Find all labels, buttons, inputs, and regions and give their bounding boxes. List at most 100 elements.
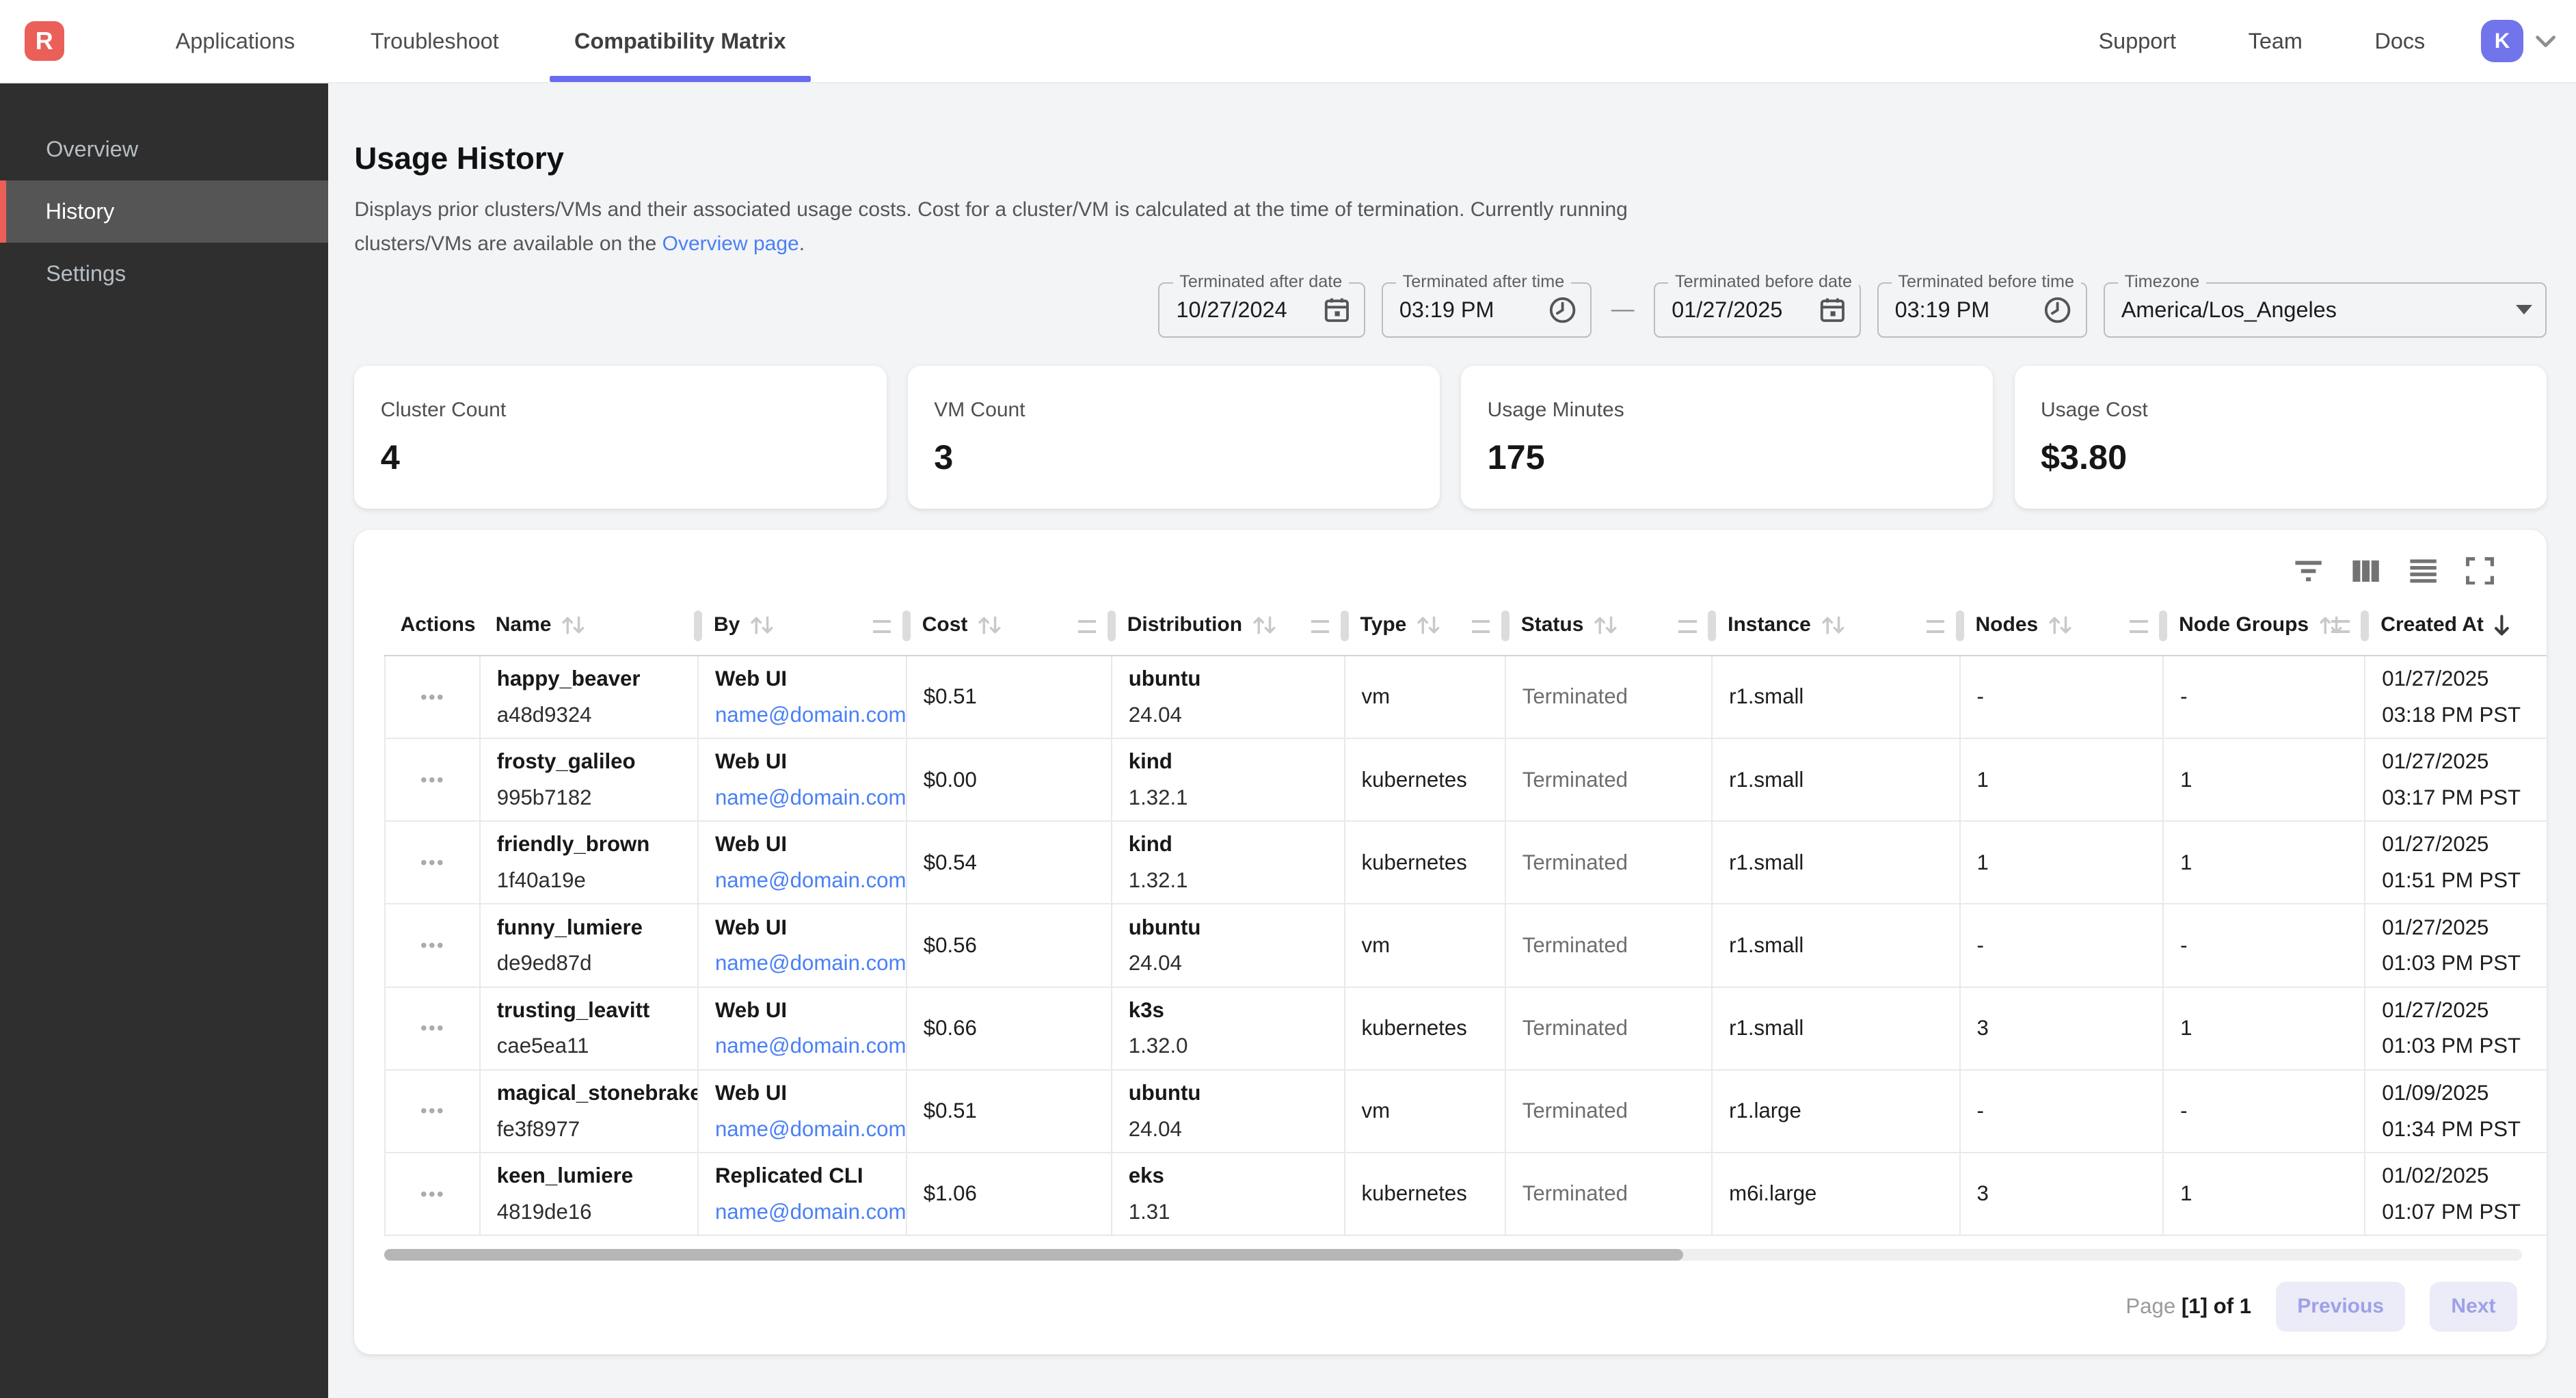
column-resize-handle[interactable] xyxy=(1311,620,1329,633)
tab-troubleshoot[interactable]: Troubleshoot xyxy=(333,0,537,82)
row-actions-menu-icon[interactable] xyxy=(414,852,451,872)
email-link[interactable]: name@domain.com xyxy=(715,868,906,893)
cell-distribution: ubuntu 24.04 xyxy=(1112,656,1345,738)
column-header-status[interactable]: Status xyxy=(1505,595,1711,655)
column-header-nodes[interactable]: Nodes xyxy=(1959,595,2163,655)
status-badge: Terminated xyxy=(1522,1016,1628,1040)
sidebar-item-settings[interactable]: Settings xyxy=(0,243,328,305)
filter-icon[interactable] xyxy=(2294,557,2323,585)
column-header-by[interactable]: By xyxy=(697,595,906,655)
cell-name: funny_lumiere de9ed87d xyxy=(481,904,699,986)
status-badge: Terminated xyxy=(1522,1099,1628,1123)
fullscreen-icon[interactable] xyxy=(2466,557,2494,585)
column-resize-handle[interactable] xyxy=(1678,620,1696,633)
sort-icon[interactable] xyxy=(976,615,1004,636)
timezone-value[interactable]: America/Los_Angeles xyxy=(2121,297,2506,323)
app-root: R Applications Troubleshoot Compatibilit… xyxy=(0,0,2576,1398)
column-header-instance[interactable]: Instance xyxy=(1711,595,1959,655)
calendar-icon[interactable] xyxy=(1323,296,1351,324)
cell-nodes: - xyxy=(1961,1071,2164,1152)
calendar-icon[interactable] xyxy=(1819,296,1847,324)
sort-icon[interactable] xyxy=(1250,615,1278,636)
status-badge: Terminated xyxy=(1522,850,1628,875)
sort-icon[interactable] xyxy=(1592,615,1620,636)
overview-page-link[interactable]: Overview page xyxy=(662,232,799,255)
support-link[interactable]: Support xyxy=(2099,29,2176,54)
terminated-before-time-value[interactable]: 03:19 PM xyxy=(1895,297,2033,323)
terminated-after-time-field[interactable]: Terminated after time 03:19 PM xyxy=(1382,282,1592,338)
email-link[interactable]: name@domain.com xyxy=(715,703,906,727)
column-resize-handle[interactable] xyxy=(873,620,891,633)
cell-node-groups: 1 xyxy=(2164,822,2365,903)
sort-icon[interactable] xyxy=(559,615,587,636)
dropdown-caret-icon[interactable] xyxy=(2516,305,2532,314)
replicated-logo[interactable]: R xyxy=(25,21,64,61)
team-link[interactable]: Team xyxy=(2249,29,2303,54)
terminated-before-time-field[interactable]: Terminated before time 03:19 PM xyxy=(1877,282,2087,338)
timezone-select[interactable]: Timezone America/Los_Angeles xyxy=(2104,282,2547,338)
column-header-type[interactable]: Type xyxy=(1344,595,1505,655)
cell-status: Terminated xyxy=(1506,904,1713,986)
tab-applications[interactable]: Applications xyxy=(138,0,333,82)
cell-by: Web UI name@domain.com xyxy=(699,904,907,986)
top-navigation-bar: R Applications Troubleshoot Compatibilit… xyxy=(0,0,2576,83)
email-link[interactable]: name@domain.com xyxy=(715,1034,906,1058)
avatar[interactable]: K xyxy=(2481,20,2523,62)
column-resize-handle[interactable] xyxy=(1472,620,1490,633)
sort-icon[interactable] xyxy=(748,615,776,636)
docs-link[interactable]: Docs xyxy=(2374,29,2425,54)
page-description: Displays prior clusters/VMs and their as… xyxy=(354,193,2546,260)
column-resize-handle[interactable] xyxy=(1927,620,1944,633)
column-resize-handle[interactable] xyxy=(2331,620,2349,633)
clock-icon[interactable] xyxy=(1548,295,1577,325)
chevron-down-icon[interactable] xyxy=(2535,35,2556,48)
cell-nodes: - xyxy=(1961,904,2164,986)
row-actions-menu-icon[interactable] xyxy=(414,687,451,707)
sort-icon[interactable] xyxy=(1414,615,1443,636)
email-link[interactable]: name@domain.com xyxy=(715,951,906,976)
terminated-after-date-field[interactable]: Terminated after date 10/27/2024 xyxy=(1158,282,1365,338)
sidebar-item-overview[interactable]: Overview xyxy=(0,118,328,180)
tab-compatibility-matrix[interactable]: Compatibility Matrix xyxy=(537,0,824,82)
column-resize-handle[interactable] xyxy=(1078,620,1096,633)
sort-desc-icon[interactable] xyxy=(2492,614,2512,637)
terminated-after-time-value[interactable]: 03:19 PM xyxy=(1399,297,1538,323)
row-actions-menu-icon[interactable] xyxy=(414,770,451,790)
column-header-node-groups[interactable]: Node Groups xyxy=(2162,595,2364,655)
email-link[interactable]: name@domain.com xyxy=(715,1200,906,1224)
terminated-after-date-value[interactable]: 10/27/2024 xyxy=(1176,297,1313,323)
cell-name: keen_lumiere 4819de16 xyxy=(481,1153,699,1235)
sort-icon[interactable] xyxy=(2046,615,2074,636)
column-resize-handle[interactable] xyxy=(2130,620,2147,633)
column-header-created-at[interactable]: Created At xyxy=(2364,595,2545,655)
row-actions-menu-icon[interactable] xyxy=(414,936,451,956)
row-actions-menu-icon[interactable] xyxy=(414,1019,451,1038)
clock-icon[interactable] xyxy=(2043,295,2072,325)
columns-icon[interactable] xyxy=(2351,557,2380,585)
next-page-button[interactable]: Next xyxy=(2430,1282,2517,1331)
sort-icon[interactable] xyxy=(1819,615,1847,636)
column-header-distribution[interactable]: Distribution xyxy=(1111,595,1344,655)
table-row: frosty_galileo 995b7182 Web UI name@doma… xyxy=(386,739,2547,822)
density-icon[interactable] xyxy=(2409,557,2438,585)
horizontal-scrollbar-thumb[interactable] xyxy=(384,1249,1684,1261)
terminated-before-date-field[interactable]: Terminated before date 01/27/2025 xyxy=(1654,282,1860,338)
terminated-before-date-value[interactable]: 01/27/2025 xyxy=(1672,297,1808,323)
column-header-cost[interactable]: Cost xyxy=(906,595,1111,655)
cell-instance: r1.small xyxy=(1713,656,1960,738)
row-actions-menu-icon[interactable] xyxy=(414,1184,451,1204)
row-actions-menu-icon[interactable] xyxy=(414,1101,451,1121)
status-badge: Terminated xyxy=(1522,933,1628,958)
table-row: keen_lumiere 4819de16 Replicated CLI nam… xyxy=(386,1153,2547,1236)
table-header-row: Actions Name By Cost xyxy=(384,595,2547,656)
email-link[interactable]: name@domain.com xyxy=(715,785,906,810)
cell-nodes: 1 xyxy=(1961,739,2164,820)
email-link[interactable]: name@domain.com xyxy=(715,1117,906,1142)
previous-page-button[interactable]: Previous xyxy=(2276,1282,2405,1331)
sidebar-item-history[interactable]: History xyxy=(0,180,328,243)
column-header-name[interactable]: Name xyxy=(479,595,697,655)
filters-row: Terminated after date 10/27/2024 Termina… xyxy=(354,282,2546,338)
cell-distribution: ubuntu 24.04 xyxy=(1112,904,1345,986)
table-toolbar xyxy=(354,530,2546,595)
account-menu[interactable]: K xyxy=(2481,20,2556,62)
